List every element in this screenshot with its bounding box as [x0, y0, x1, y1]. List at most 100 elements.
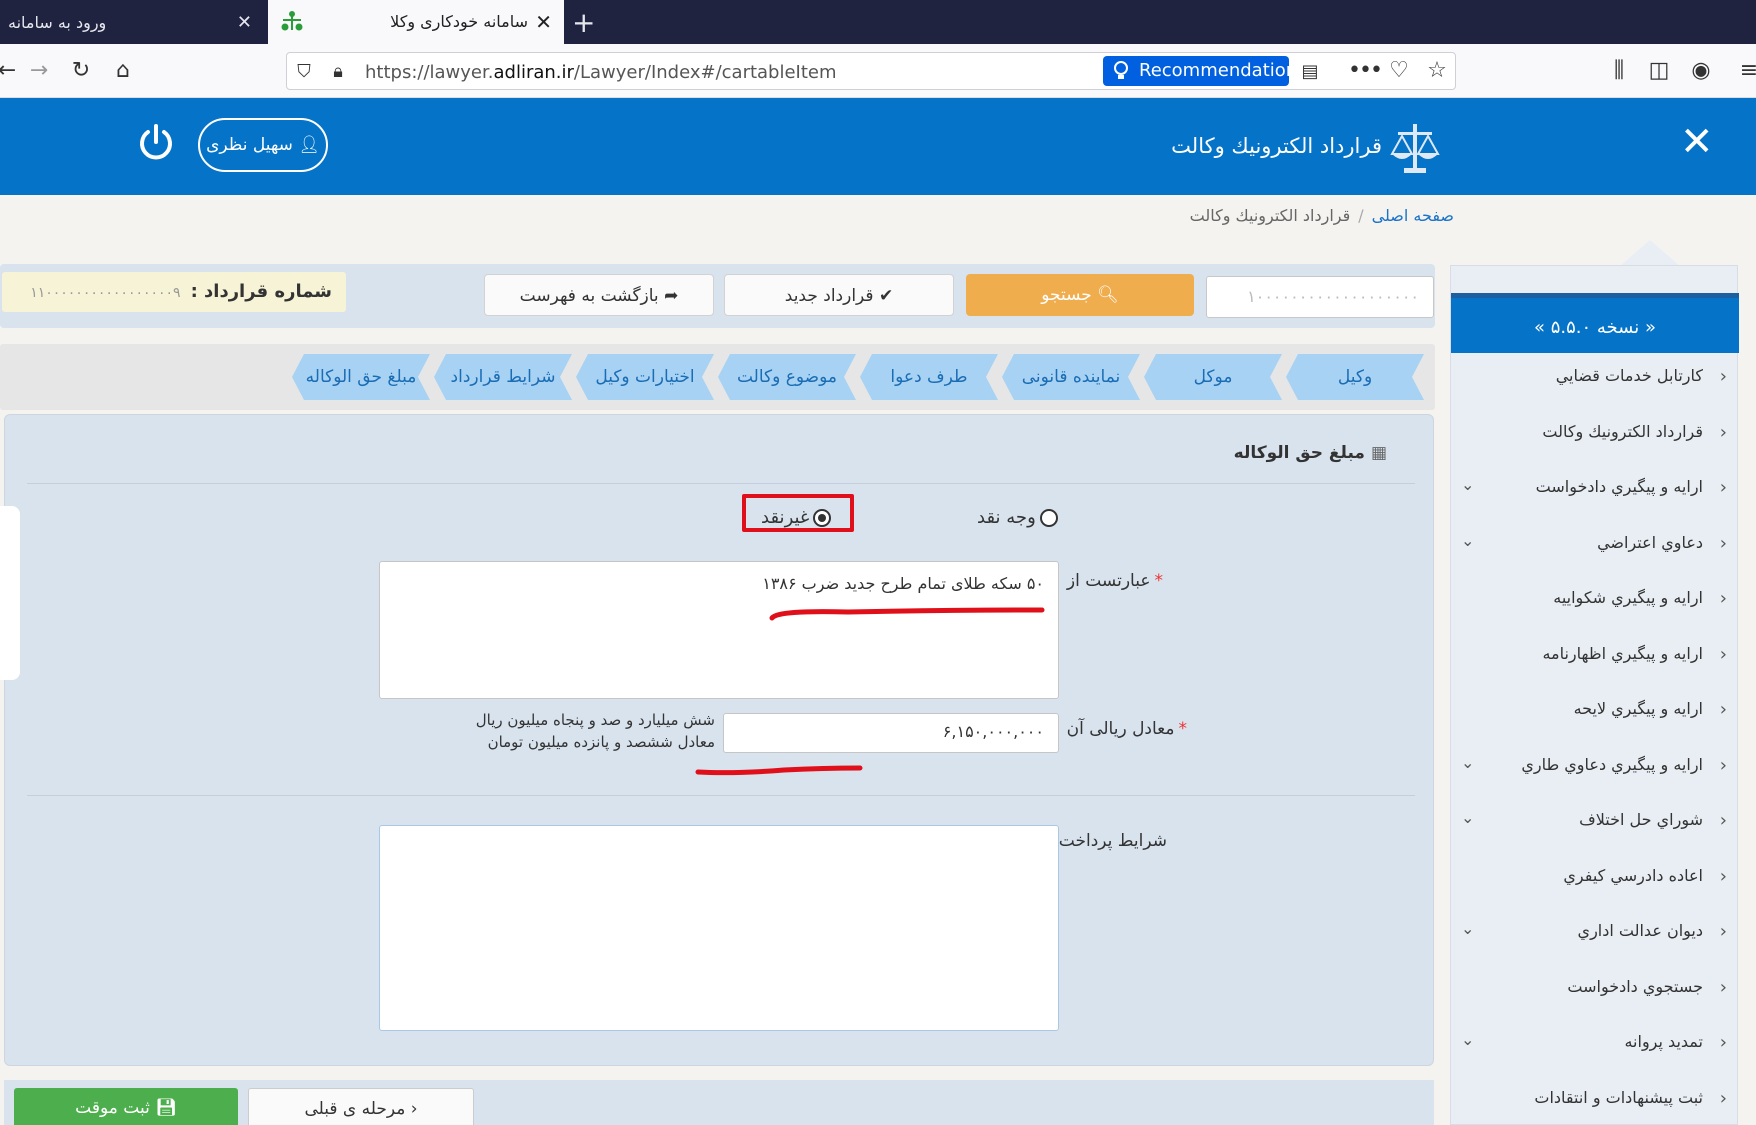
step-tab[interactable]: شرايط قرارداد [434, 354, 572, 400]
sidebar-item[interactable]: ‹ دعاوي اعتراضي ⌄ [1451, 525, 1739, 565]
sidebar-item-label: ارايه و پيگيري دادخواست [1535, 477, 1703, 496]
amount-words-rial: شش ميليارد و صد و پنجاه ميليون ريال [475, 711, 715, 729]
sidebar-item[interactable]: ‹ کارتابل خدمات قضايي [1451, 358, 1739, 398]
sidebar-item[interactable]: ‹ شوراي حل اختلاف ⌄ [1451, 802, 1739, 842]
contract-number-label: شماره قرارداد : [190, 281, 332, 302]
chevron-right-icon: ‹ [1719, 421, 1727, 443]
divider [27, 483, 1415, 484]
step-tab[interactable]: وکيل [1286, 354, 1424, 400]
new-tab-icon[interactable]: + [572, 6, 595, 39]
chevron-right-icon: ‹ [1719, 477, 1727, 498]
sidebar-item[interactable]: ‹ ارايه و پيگيري دادخواست ⌄ [1451, 469, 1739, 509]
step-tab[interactable]: موضوع وکالت [718, 354, 856, 400]
breadcrumb-current: قرارداد الکترونيك وکالت [1189, 206, 1351, 225]
pocket-icon[interactable]: ♡ [1384, 56, 1414, 86]
sidebar-item[interactable]: ‹ ارايه و پيگيري اظهارنامه [1451, 636, 1739, 676]
sidebar-item[interactable]: ‹ اعاده دادرسي كيفري [1451, 858, 1739, 898]
browser-tab-login[interactable]: ورود به سامانه ✕ [0, 0, 266, 44]
sidebar-item[interactable]: ‹ تمديد پروانه ⌄ [1451, 1024, 1739, 1064]
consists-of-label: *عبارتست از [1066, 571, 1163, 591]
library-icon[interactable]: ⫼ [1604, 56, 1634, 86]
sidebar-item[interactable]: ‹ قرارداد الکترونيك وکالت [1451, 414, 1739, 454]
sidebar-item-label: ارايه و پيگيري لايحه [1573, 699, 1703, 718]
sidebar-item-label: قرارداد الکترونيك وکالت [1542, 421, 1703, 441]
sidebar-item[interactable]: ‹ جستجوي دادخواست [1451, 969, 1739, 1009]
radio-cash[interactable]: وجه نقد [977, 507, 1058, 528]
search-input[interactable]: ۱۰۰۰۰۰۰۰۰۰۰۰۰۰۰۰۰۰۰۰ [1206, 276, 1434, 318]
user-button[interactable]: 👤︎ سهيل نظری [198, 118, 328, 172]
previous-step-button[interactable]: ‹ مرحله ی قبلی [248, 1088, 474, 1125]
step-tab[interactable]: نماينده قانونی [1002, 354, 1140, 400]
chevron-right-icon: ‹ [1719, 1087, 1727, 1109]
save-draft-button[interactable]: 💾︎ ثبت موقت [14, 1088, 238, 1125]
section-title: ▦مبلغ حق الوکاله [1233, 443, 1387, 463]
sidebar-item[interactable]: ‹ ارايه و پيگيري دعاوي طاري ⌄ [1451, 747, 1739, 787]
toolbar: شماره قرارداد : ۱۱۰۰۰۰۰۰۰۰۰۰۰۰۰۰۰۰۰۹ ➦ با… [0, 264, 1435, 328]
more-icon[interactable]: ••• [1348, 56, 1383, 86]
star-icon[interactable]: ☆ [1422, 56, 1452, 86]
chevron-right-icon: ‹ [1719, 754, 1727, 776]
chevron-down-icon[interactable]: ⌄ [1461, 1030, 1474, 1049]
sidebar-item[interactable]: ‹ ارايه و پيگيري شکواييه [1451, 580, 1739, 620]
sidebar-item[interactable]: ‹ ارايه و پيگيري لايحه [1451, 691, 1739, 731]
url-text[interactable]: https://lawyer.adliran.ir/Lawyer/Index#/… [365, 62, 837, 83]
chevron-down-icon[interactable]: ⌄ [1461, 808, 1474, 827]
chevron-right-icon: ‹ [1719, 588, 1727, 609]
sidebar-item-label: ثبت پيشنهادات و انتقادات [1534, 1087, 1703, 1107]
chevron-down-icon[interactable]: ⌄ [1461, 531, 1474, 550]
step-tab[interactable]: موکل [1144, 354, 1282, 400]
sidebar-icon[interactable]: ◫ [1644, 56, 1674, 86]
reload-icon[interactable]: ↻ [66, 56, 96, 86]
lock-icon[interactable]: 🔒︎ [327, 61, 349, 83]
chevron-right-icon: ‹ [1719, 865, 1727, 887]
back-icon[interactable]: ← [0, 56, 22, 86]
recommendation-button[interactable]: Recommendation [1103, 56, 1297, 86]
step-tab[interactable]: مبلغ حق الوکاله [292, 354, 430, 400]
close-icon[interactable]: ✕ [1680, 122, 1714, 162]
close-icon[interactable]: ✕ [237, 12, 252, 33]
sidebar-item[interactable]: ‹ ثبت پيشنهادات و انتقادات [1451, 1080, 1739, 1120]
side-widget[interactable] [0, 506, 20, 680]
rial-equivalent-input[interactable]: ۶,۱۵۰,۰۰۰,۰۰۰ [723, 713, 1059, 753]
chevron-right-icon: ‹ [1719, 921, 1727, 942]
browser-tab-active[interactable]: سامانه خودکاری وکلا ✕ [268, 0, 564, 44]
payment-terms-textarea[interactable] [379, 825, 1059, 1031]
chevron-down-icon[interactable]: ⌄ [1461, 753, 1474, 772]
sidebar-item-label: ارايه و پيگيري اظهارنامه [1542, 643, 1703, 663]
shield-icon[interactable]: ⛉ [293, 61, 315, 83]
menu-icon[interactable]: ≡ [1734, 56, 1756, 86]
home-icon[interactable]: ⌂ [108, 56, 138, 86]
step-tabs: وکيل موکل نماينده قانونی طرف دعوا موضوع وکال… [0, 344, 1435, 410]
search-button[interactable]: 🔍︎ جستجو [966, 274, 1194, 316]
check-icon: ✔ [873, 286, 894, 306]
power-icon[interactable] [136, 122, 176, 162]
forward-icon[interactable]: → [24, 56, 54, 86]
chevron-right-icon: ‹ [1719, 1032, 1727, 1053]
annotation-box [742, 494, 854, 532]
step-tab[interactable]: طرف دعوا [860, 354, 998, 400]
payment-terms-label: شرايط پرداخت [1058, 831, 1167, 851]
reader-view-icon[interactable]: ▤ [1299, 61, 1321, 83]
lightbulb-icon [1114, 61, 1128, 79]
chevron-down-icon[interactable]: ⌄ [1461, 919, 1474, 938]
rial-equivalent-label: *معادل ريالی آن [1066, 719, 1187, 739]
back-to-list-button[interactable]: ➦ بازگشت به فهرست [484, 274, 714, 316]
close-icon[interactable]: ✕ [535, 10, 552, 34]
calculator-icon: ▦ [1370, 443, 1387, 463]
chevron-down-icon[interactable]: ⌄ [1461, 475, 1474, 494]
breadcrumb-home[interactable]: صفحه اصلی [1372, 206, 1454, 225]
app-header: ✕ قرارداد الکترونيك وکالت 👤︎ سهيل نظری [0, 98, 1756, 195]
radio-cash-dot[interactable] [1039, 509, 1058, 527]
sidebar-notch [1620, 240, 1680, 266]
step-tab[interactable]: اختيارات وکيل [576, 354, 714, 400]
new-contract-button[interactable]: ✔ قرارداد جديد [724, 274, 954, 316]
sidebar-item[interactable]: ‹ ديوان عدالت اداري ⌄ [1451, 913, 1739, 953]
url-bar[interactable]: ⛉ 🔒︎ https://lawyer.adliran.ir/Lawyer/In… [286, 52, 1456, 90]
scales-icon [281, 11, 303, 31]
chevron-right-icon: ‹ [1719, 699, 1727, 720]
amount-words-toman: معادل ششصد و پانزده ميليون تومان [487, 733, 715, 751]
app-title: قرارداد الکترونيك وکالت [1171, 134, 1382, 158]
account-icon[interactable]: ◉ [1686, 56, 1716, 86]
consists-of-textarea[interactable]: ۵۰ سکه طلای تمام طرح جديد ضرب ۱۳۸۶ [379, 561, 1059, 699]
chevron-right-icon: ‹ [1719, 976, 1727, 998]
